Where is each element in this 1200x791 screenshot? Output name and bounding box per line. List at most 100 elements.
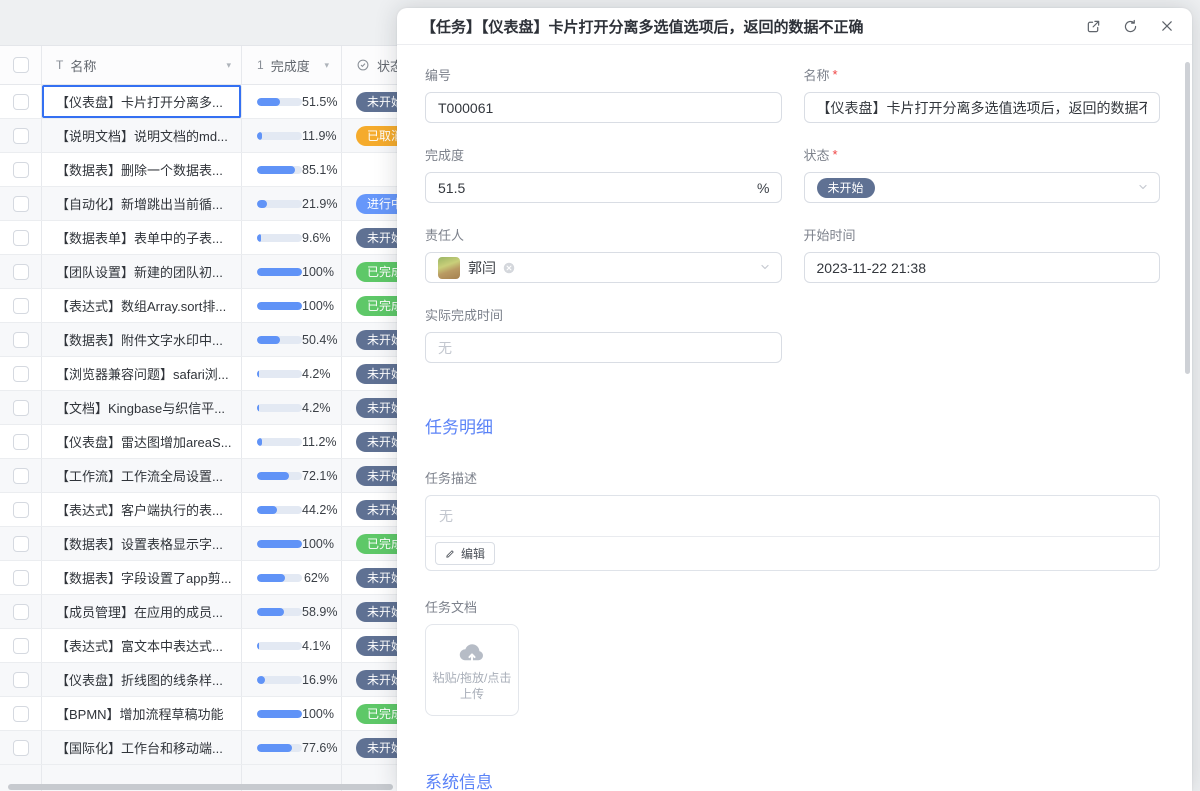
task-name-cell[interactable]: 【数据表】删除一个数据表... <box>42 153 242 186</box>
chevron-down-icon[interactable]: ▾ <box>226 60 231 71</box>
task-name-cell[interactable]: 【表达式】客户端执行的表... <box>42 493 242 526</box>
row-checkbox[interactable] <box>13 740 29 756</box>
completion-cell[interactable]: 100% <box>242 255 342 288</box>
row-checkbox[interactable] <box>13 502 29 518</box>
row-checkbox[interactable] <box>13 196 29 212</box>
refresh-icon[interactable] <box>1123 19 1138 34</box>
table-row[interactable]: 【表达式】客户端执行的表...44.2%未开始 <box>0 493 420 527</box>
completion-cell[interactable]: 11.9% <box>242 119 342 152</box>
remove-assignee-icon[interactable] <box>502 261 516 275</box>
task-name-cell[interactable]: 【表达式】数组Array.sort排... <box>42 289 242 322</box>
table-row[interactable]: 【数据表】设置表格显示字...100%已完成 <box>0 527 420 561</box>
row-checkbox[interactable] <box>13 332 29 348</box>
completion-field[interactable]: 51.5 % <box>425 172 782 203</box>
completion-cell[interactable]: 85.1% <box>242 153 342 186</box>
table-row[interactable]: 【数据表单】表单中的子表...9.6%未开始 <box>0 221 420 255</box>
upload-dropzone[interactable]: 粘贴/拖放/点击 上传 <box>425 624 519 716</box>
row-checkbox[interactable] <box>13 264 29 280</box>
table-row[interactable]: 【数据表】附件文字水印中...50.4%未开始 <box>0 323 420 357</box>
completion-cell[interactable]: 58.9% <box>242 595 342 628</box>
task-name-cell[interactable]: 【工作流】工作流全局设置... <box>42 459 242 492</box>
vertical-scrollbar[interactable] <box>1185 62 1190 374</box>
completion-cell[interactable]: 62% <box>242 561 342 594</box>
table-row[interactable]: 【仪表盘】折线图的线条样...16.9%未开始 <box>0 663 420 697</box>
completion-cell[interactable]: 4.2% <box>242 357 342 390</box>
completion-cell[interactable]: 4.1% <box>242 629 342 662</box>
table-row[interactable]: 【国际化】工作台和移动端...77.6%未开始 <box>0 731 420 765</box>
table-row[interactable]: 【说明文档】说明文档的md...11.9%已取消 <box>0 119 420 153</box>
start-time-field[interactable] <box>804 252 1161 283</box>
table-row[interactable]: 【仪表盘】雷达图增加areaS...11.2%未开始 <box>0 425 420 459</box>
table-row[interactable]: 【表达式】数组Array.sort排...100%已完成 <box>0 289 420 323</box>
task-name-cell[interactable]: 【团队设置】新建的团队初... <box>42 255 242 288</box>
table-row[interactable]: 【仪表盘】卡片打开分离多...51.5%未开始 <box>0 85 420 119</box>
task-name-cell[interactable]: 【国际化】工作台和移动端... <box>42 731 242 764</box>
row-checkbox[interactable] <box>13 434 29 450</box>
row-checkbox[interactable] <box>13 536 29 552</box>
completion-cell[interactable]: 16.9% <box>242 663 342 696</box>
table-row[interactable]: 【成员管理】在应用的成员...58.9%未开始 <box>0 595 420 629</box>
completion-cell[interactable]: 50.4% <box>242 323 342 356</box>
task-name-cell[interactable]: 【成员管理】在应用的成员... <box>42 595 242 628</box>
edit-description-button[interactable]: 编辑 <box>435 542 495 565</box>
task-name-cell[interactable]: 【自动化】新增跳出当前循... <box>42 187 242 220</box>
row-checkbox[interactable] <box>13 230 29 246</box>
number-field[interactable] <box>425 92 782 123</box>
completion-cell[interactable]: 21.9% <box>242 187 342 220</box>
actual-finish-field[interactable] <box>425 332 782 363</box>
open-in-new-icon[interactable] <box>1086 19 1101 34</box>
row-checkbox[interactable] <box>13 638 29 654</box>
row-checkbox[interactable] <box>13 366 29 382</box>
completion-cell[interactable]: 4.2% <box>242 391 342 424</box>
row-checkbox[interactable] <box>13 706 29 722</box>
task-name-cell[interactable]: 【表达式】富文本中表达式... <box>42 629 242 662</box>
task-name-cell[interactable]: 【文档】Kingbase与织信平... <box>42 391 242 424</box>
completion-cell[interactable]: 9.6% <box>242 221 342 254</box>
completion-cell[interactable]: 72.1% <box>242 459 342 492</box>
completion-cell[interactable]: 44.2% <box>242 493 342 526</box>
task-name-cell[interactable]: 【BPMN】增加流程草稿功能 <box>42 697 242 730</box>
table-row[interactable]: 【浏览器兼容问题】safari浏...4.2%未开始 <box>0 357 420 391</box>
row-checkbox[interactable] <box>13 672 29 688</box>
completion-cell[interactable]: 100% <box>242 527 342 560</box>
task-name-cell[interactable]: 【数据表】字段设置了app剪... <box>42 561 242 594</box>
row-checkbox[interactable] <box>13 94 29 110</box>
row-checkbox[interactable] <box>13 604 29 620</box>
table-row[interactable]: 【数据表】字段设置了app剪...62%未开始 <box>0 561 420 595</box>
completion-cell[interactable]: 11.2% <box>242 425 342 458</box>
table-row[interactable]: 【BPMN】增加流程草稿功能100%已完成 <box>0 697 420 731</box>
row-checkbox[interactable] <box>13 468 29 484</box>
select-all-checkbox[interactable] <box>13 57 29 73</box>
task-name-cell[interactable]: 【仪表盘】折线图的线条样... <box>42 663 242 696</box>
table-row[interactable]: 【数据表】删除一个数据表...85.1% <box>0 153 420 187</box>
column-header-name[interactable]: T 名称 ▾ <box>42 46 242 84</box>
task-name-cell[interactable]: 【仪表盘】雷达图增加areaS... <box>42 425 242 458</box>
task-name-cell[interactable]: 【浏览器兼容问题】safari浏... <box>42 357 242 390</box>
horizontal-scrollbar[interactable] <box>8 784 393 790</box>
completion-cell[interactable]: 100% <box>242 289 342 322</box>
row-checkbox[interactable] <box>13 162 29 178</box>
table-row[interactable]: 【表达式】富文本中表达式...4.1%未开始 <box>0 629 420 663</box>
name-field[interactable] <box>804 92 1161 123</box>
chevron-down-icon[interactable]: ▾ <box>324 60 329 71</box>
completion-cell[interactable]: 77.6% <box>242 731 342 764</box>
row-checkbox[interactable] <box>13 128 29 144</box>
table-row[interactable]: 【文档】Kingbase与织信平...4.2%未开始 <box>0 391 420 425</box>
task-name-cell[interactable]: 【说明文档】说明文档的md... <box>42 119 242 152</box>
table-row[interactable]: 【自动化】新增跳出当前循...21.9%进行中 <box>0 187 420 221</box>
row-checkbox[interactable] <box>13 570 29 586</box>
row-checkbox[interactable] <box>13 298 29 314</box>
status-select[interactable]: 未开始 <box>804 172 1161 203</box>
task-name-cell[interactable]: 【仪表盘】卡片打开分离多... <box>42 85 242 118</box>
completion-cell[interactable]: 51.5% <box>242 85 342 118</box>
description-field[interactable]: 无 编辑 <box>425 495 1160 571</box>
close-icon[interactable] <box>1160 19 1174 33</box>
task-name-cell[interactable]: 【数据表】设置表格显示字... <box>42 527 242 560</box>
assignee-select[interactable]: 郭闫 <box>425 252 782 283</box>
task-name-cell[interactable]: 【数据表单】表单中的子表... <box>42 221 242 254</box>
table-row[interactable]: 【工作流】工作流全局设置...72.1%未开始 <box>0 459 420 493</box>
table-row[interactable]: 【团队设置】新建的团队初...100%已完成 <box>0 255 420 289</box>
row-checkbox[interactable] <box>13 400 29 416</box>
completion-cell[interactable]: 100% <box>242 697 342 730</box>
column-header-completion[interactable]: 1 完成度 ▾ <box>242 46 342 84</box>
